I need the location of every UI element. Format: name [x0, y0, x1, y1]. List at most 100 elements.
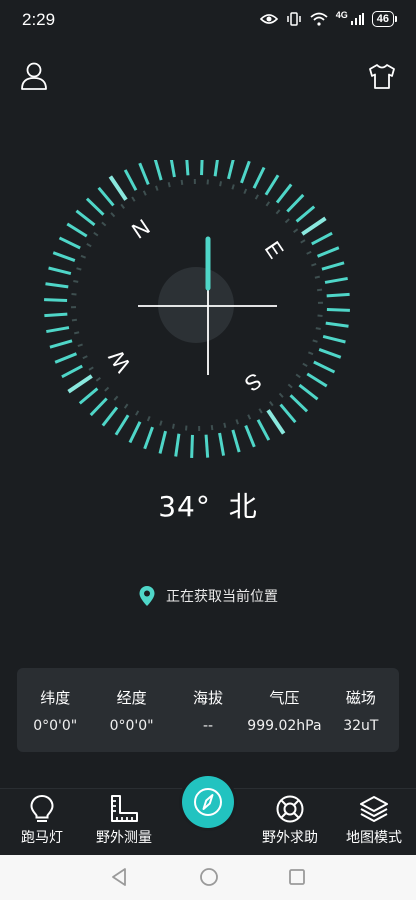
user-icon[interactable]	[18, 60, 50, 92]
info-label: 纬度	[40, 689, 71, 707]
compass-tick	[66, 222, 88, 238]
compass-tick	[279, 403, 297, 424]
compass-tick	[247, 414, 252, 420]
compass-tick	[223, 422, 227, 428]
compass-tick	[315, 327, 321, 331]
eye-icon	[259, 14, 278, 24]
info-longitude: 经度 0°0'0"	[93, 668, 169, 752]
compass-tick	[311, 231, 333, 246]
compass-tick	[67, 374, 93, 394]
compass-tick	[48, 266, 72, 276]
compass-tick	[44, 298, 68, 302]
compass-tick	[322, 334, 346, 344]
compass-tick	[314, 275, 320, 279]
info-pressure: 气压 999.02hPa	[246, 668, 322, 752]
info-label: 磁场	[345, 689, 376, 707]
compass-tick	[158, 430, 168, 454]
info-label: 经度	[116, 689, 147, 707]
compass-tick	[306, 250, 312, 255]
compass-tick	[86, 243, 92, 248]
compass-tick	[171, 423, 175, 429]
compass-tick	[286, 193, 305, 213]
home-icon[interactable]	[199, 867, 219, 887]
nav-item-field-help[interactable]: 野外求助	[250, 793, 330, 847]
info-label: 气压	[269, 689, 300, 707]
info-altitude: 海拔 --	[170, 668, 246, 752]
compass-tick	[167, 182, 171, 188]
compass-tick	[254, 194, 259, 200]
compass-tick	[231, 184, 235, 190]
compass-tick	[101, 406, 119, 427]
sensor-info-panel: 纬度 0°0'0" 经度 0°0'0" 海拔 -- 气压 999.02hPa 磁…	[17, 668, 399, 752]
compass-tick	[123, 169, 138, 191]
compass-tick	[58, 236, 81, 250]
tshirt-icon[interactable]	[366, 60, 398, 92]
compass-tick	[93, 231, 99, 237]
compass-tick	[269, 401, 274, 407]
compass-tick	[295, 373, 301, 379]
compass-tick	[153, 160, 163, 181]
compass-icon	[194, 788, 222, 816]
compass-tick	[101, 221, 107, 227]
heading-readout: 34° 北	[0, 485, 416, 525]
compass-tick	[287, 383, 293, 389]
compass-center-disc	[158, 267, 234, 343]
compass-tick	[54, 352, 78, 364]
compass-tick	[235, 419, 239, 425]
nav-item-field-measure[interactable]: 野外测量	[84, 793, 164, 847]
info-latitude: 纬度 0°0'0"	[17, 668, 93, 752]
compass-tick	[243, 188, 248, 195]
compass-tick	[88, 366, 94, 371]
location-pin-icon	[139, 586, 155, 606]
compass-tick	[318, 348, 342, 359]
nav-item-map-mode[interactable]: 地图模式	[334, 793, 414, 847]
wifi-icon	[310, 12, 328, 26]
vibrate-icon	[286, 12, 301, 26]
compass-label-w: W	[103, 345, 135, 376]
compass-tick	[295, 205, 316, 223]
compass-tick	[49, 339, 73, 349]
compass-tick	[80, 254, 87, 259]
compass-tick	[313, 360, 336, 374]
compass-tick	[185, 160, 190, 176]
compass-tick	[78, 387, 99, 405]
compass-tick	[113, 395, 119, 401]
compass-tick	[264, 174, 280, 196]
compass-tick	[326, 308, 350, 312]
info-value: 32uT	[343, 718, 379, 734]
compass-tick	[142, 190, 147, 196]
compass-tick	[45, 282, 69, 289]
compass-tick	[120, 203, 125, 209]
compass-tick	[114, 414, 130, 436]
compass-tick	[73, 279, 79, 283]
compass-tick	[312, 339, 318, 343]
compass-tick	[265, 201, 271, 207]
compass-tick	[256, 419, 271, 441]
compass-fab-button[interactable]	[182, 776, 234, 828]
compass-tick	[97, 186, 115, 207]
compass-tick	[301, 216, 327, 236]
compass-tick	[44, 312, 68, 318]
compass-tick	[159, 420, 163, 426]
compass-tick	[307, 351, 314, 356]
nav-item-marquee[interactable]: 跑马灯	[2, 793, 82, 847]
layers-icon	[360, 796, 388, 822]
compass-tick	[52, 251, 76, 262]
back-icon[interactable]	[110, 867, 128, 887]
compass-tick	[218, 432, 226, 456]
compass-tick	[275, 209, 281, 215]
info-value: 0°0'0"	[109, 718, 154, 734]
recents-icon[interactable]	[288, 867, 306, 887]
location-status-text: 正在获取当前位置	[166, 589, 278, 605]
compass-tick	[278, 392, 284, 398]
compass-label-s: S	[240, 368, 266, 397]
compass-tick	[82, 355, 88, 360]
compass-tick	[293, 228, 299, 233]
compass-tick	[298, 383, 319, 401]
compass-label-n: N	[127, 214, 154, 244]
compass-tick	[77, 343, 83, 347]
compass-tick	[95, 377, 101, 382]
system-navigation-bar	[0, 855, 416, 900]
heading-direction: 北	[228, 490, 258, 523]
compass-tick	[325, 321, 349, 328]
